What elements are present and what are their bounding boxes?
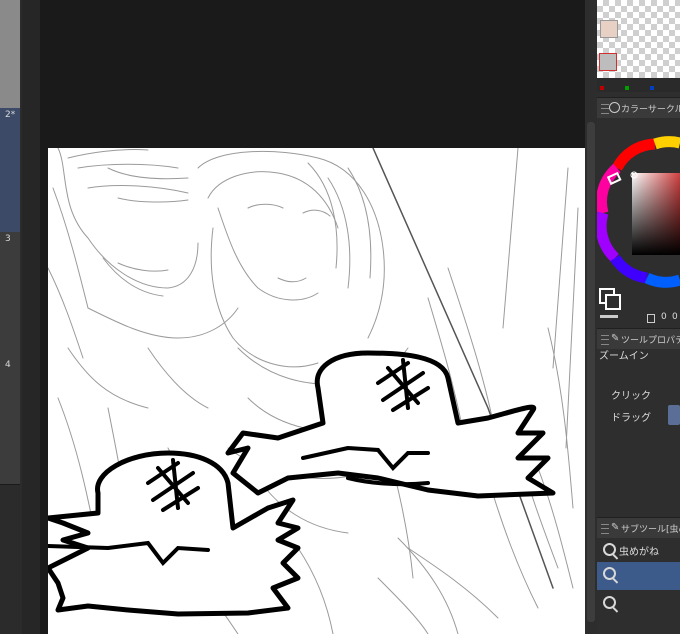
brush-icon: ✎ — [611, 522, 620, 533]
transparent-color-icon[interactable] — [600, 315, 618, 318]
red-dot-icon[interactable] — [600, 86, 604, 90]
grip-icon — [601, 524, 609, 534]
magnifier-icon — [603, 543, 616, 556]
drag-option-toggle[interactable] — [668, 405, 680, 425]
sub-tool-header[interactable]: ✎ サブツール[虫めがね] — [597, 517, 680, 538]
panel-divider — [22, 0, 40, 634]
grip-icon — [601, 104, 609, 114]
sub-color-toggle[interactable] — [605, 294, 621, 310]
wrench-icon: ✎ — [611, 333, 620, 344]
color-value: 0 — [661, 312, 667, 322]
tool-property-header[interactable]: ✎ ツールプロパティ — [597, 328, 680, 349]
page-thumb-4[interactable]: 4 — [0, 358, 20, 485]
tool-property-title: ツールプロパティ — [621, 336, 680, 346]
tool-name: ズームイン — [599, 351, 649, 362]
drawing-canvas[interactable] — [48, 148, 585, 634]
main-color-swatch[interactable] — [600, 20, 618, 38]
page-number: 3 — [5, 234, 11, 244]
color-history-bar — [597, 78, 680, 92]
color-circle-title: カラーサークル — [621, 105, 680, 115]
page-thumb-1[interactable] — [0, 0, 20, 109]
page-list: 2* 3 4 — [0, 0, 22, 634]
sub-tool-item-zoom-out[interactable] — [597, 591, 680, 619]
tool-property-body: ズームイン クリック ドラッグ — [597, 349, 680, 499]
lock-icon — [647, 314, 655, 323]
click-label: クリック — [611, 391, 651, 402]
sub-tool-title: サブツール[虫めがね] — [621, 525, 680, 535]
green-dot-icon[interactable] — [625, 86, 629, 90]
color-circle-icon — [609, 102, 620, 113]
color-circle-header[interactable]: カラーサークル — [597, 97, 680, 118]
page-number: 2* — [5, 110, 16, 120]
sketch-artwork — [48, 148, 579, 634]
blue-dot-icon[interactable] — [650, 86, 654, 90]
color-circle-widget[interactable]: 0 0 — [597, 118, 680, 328]
sub-tool-item-zoom-in[interactable] — [597, 562, 680, 590]
magnifier-icon — [603, 567, 616, 580]
drag-label: ドラッグ — [611, 413, 651, 424]
page-thumb-2[interactable]: 2* — [0, 108, 20, 233]
magnifier-icon — [603, 596, 616, 609]
page-thumb-3[interactable]: 3 — [0, 232, 20, 359]
color-value: 0 — [672, 312, 678, 322]
scrollbar-thumb[interactable] — [587, 122, 595, 622]
grip-icon — [601, 335, 609, 345]
sub-color-swatch[interactable] — [599, 53, 617, 71]
sub-tool-label: 虫めがね — [619, 547, 659, 558]
page-number: 4 — [5, 360, 11, 370]
